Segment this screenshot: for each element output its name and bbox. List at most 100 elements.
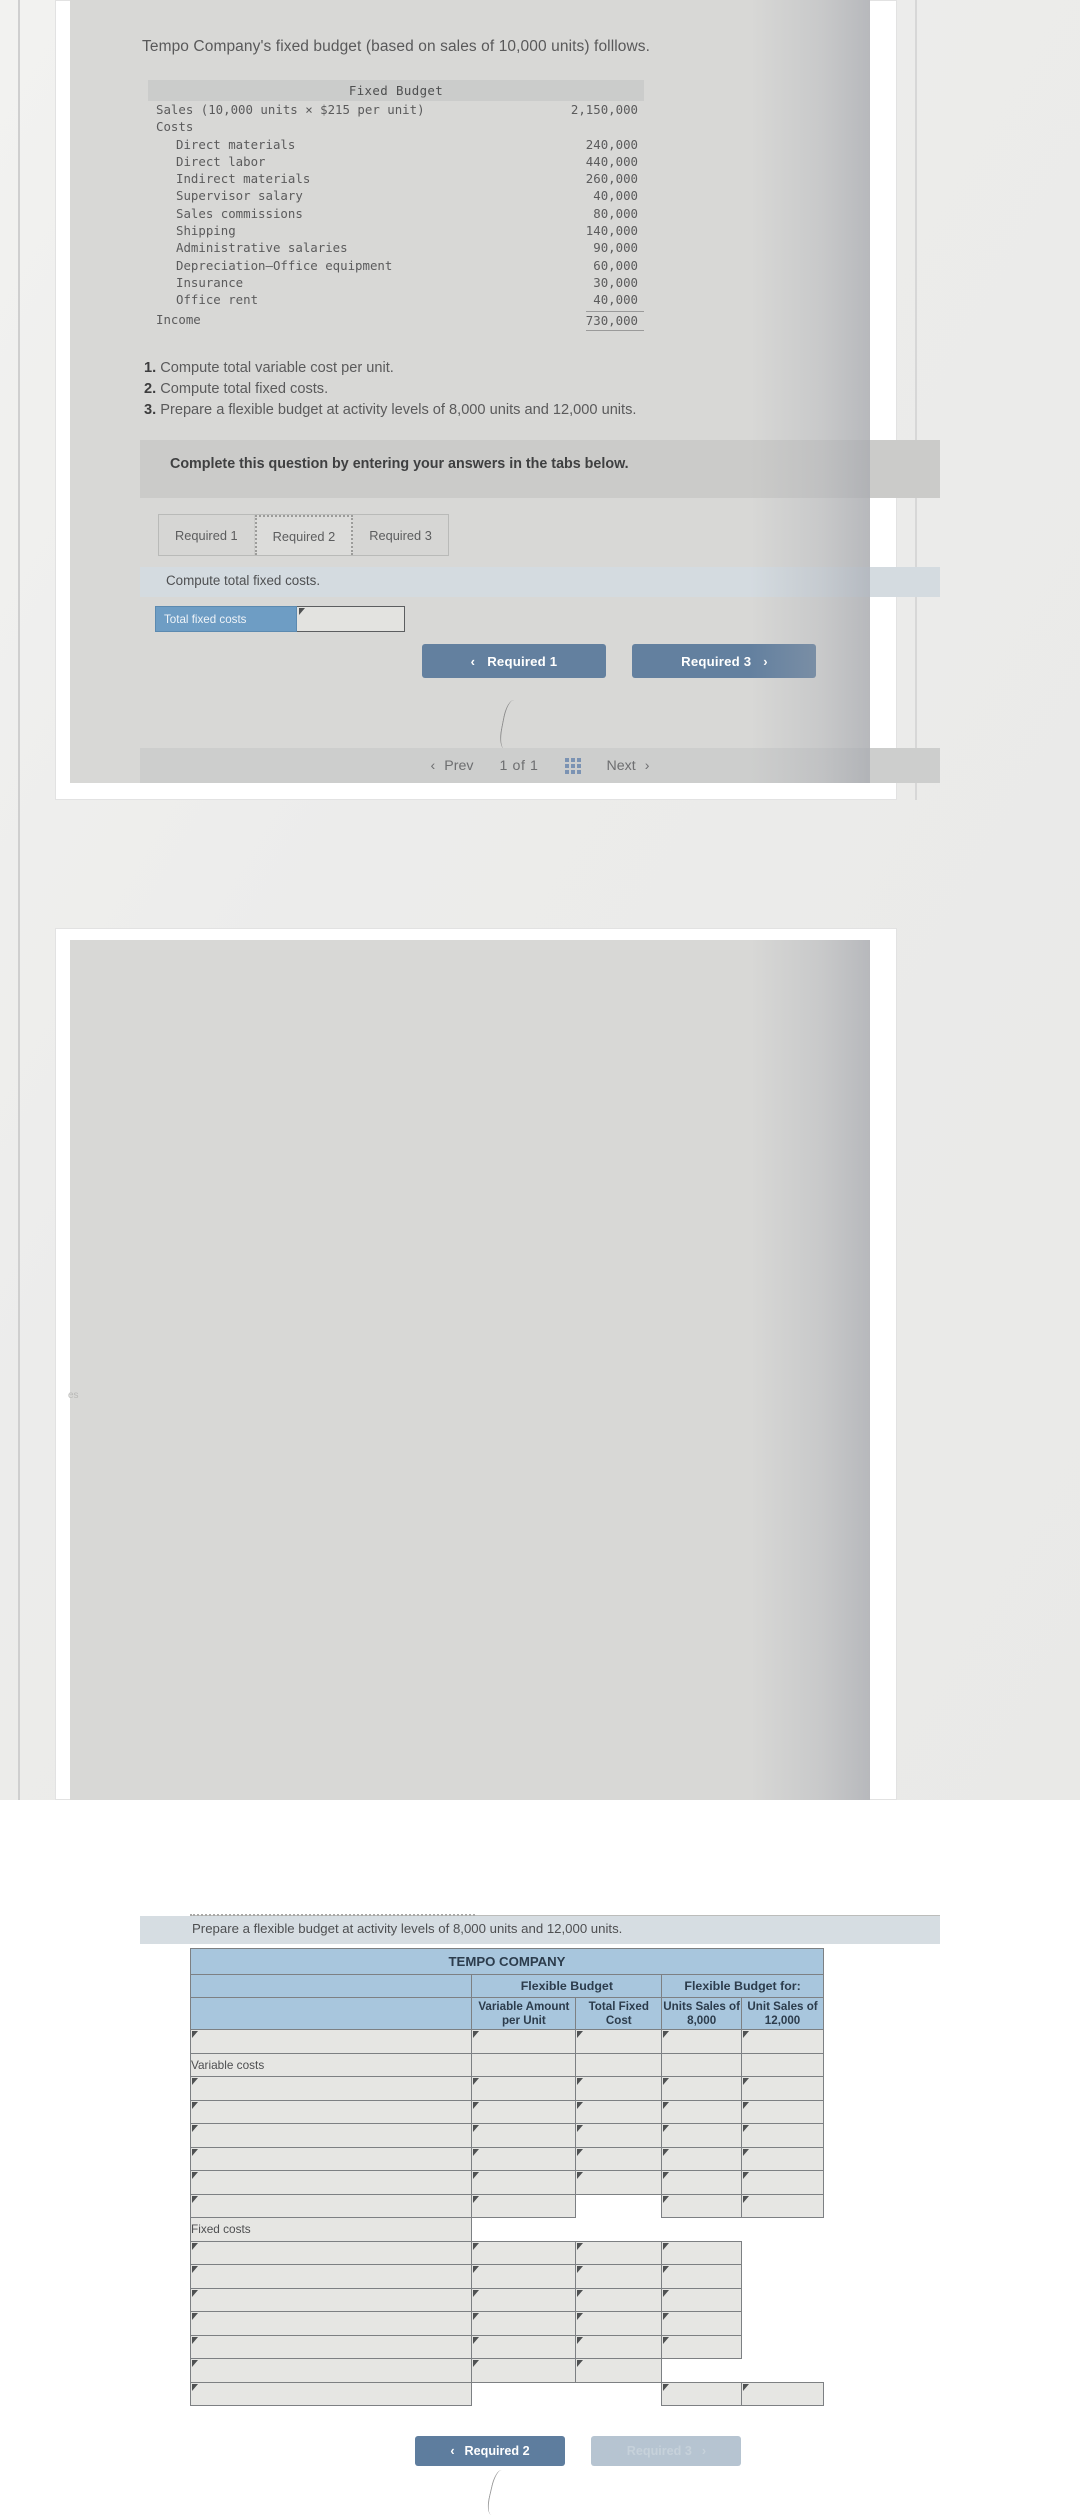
units-8000-input[interactable] bbox=[661, 2123, 743, 2148]
prev-requirement-button[interactable]: ‹ Required 2 bbox=[415, 2436, 565, 2466]
units-8000-input[interactable] bbox=[661, 2099, 743, 2124]
variable-amount-input[interactable] bbox=[471, 2287, 577, 2312]
next-requirement-button-disabled[interactable]: Required 3 › bbox=[591, 2436, 742, 2466]
variable-amount-input[interactable] bbox=[471, 2358, 577, 2383]
variable-amount-input[interactable] bbox=[471, 2334, 577, 2359]
next-page-label[interactable]: Next bbox=[607, 758, 636, 774]
cell-corner-marker bbox=[663, 2242, 670, 2250]
next-requirement-button[interactable]: Required 3 › bbox=[632, 644, 817, 678]
variable-amount-input[interactable] bbox=[471, 2170, 577, 2195]
sales-label: Sales (10,000 units × $215 per unit) bbox=[156, 102, 425, 117]
total-fixed-cost-input[interactable] bbox=[575, 2029, 663, 2054]
total-fixed-cost-input[interactable] bbox=[575, 2099, 663, 2124]
cost-value: 440,000 bbox=[585, 153, 638, 169]
row-label-input[interactable] bbox=[189, 2029, 473, 2054]
cell-corner-marker bbox=[473, 2172, 480, 2179]
next-page-control[interactable]: Next › bbox=[607, 758, 650, 774]
total-fixed-cost-input[interactable] bbox=[575, 2123, 663, 2148]
tab-required-3[interactable]: Required 3 bbox=[353, 515, 448, 555]
row-label-input[interactable] bbox=[189, 2099, 473, 2124]
section-label-variable-costs: Variable costs bbox=[189, 2052, 473, 2077]
variable-amount-input[interactable] bbox=[471, 2052, 577, 2077]
row-label-input[interactable] bbox=[189, 2311, 473, 2336]
grid-view-icon[interactable] bbox=[564, 757, 581, 774]
units-8000-input[interactable] bbox=[661, 2287, 743, 2312]
row-label-input[interactable] bbox=[189, 2146, 473, 2171]
units-12000-input[interactable] bbox=[741, 2193, 824, 2218]
total-fixed-cost-input[interactable] bbox=[575, 2358, 663, 2383]
row-label-input[interactable] bbox=[189, 2334, 473, 2359]
total-fixed-cost-input[interactable] bbox=[575, 2052, 663, 2077]
row-label-input[interactable] bbox=[189, 2287, 473, 2312]
total-fixed-cost-input[interactable] bbox=[575, 2170, 663, 2195]
row-label-input[interactable] bbox=[189, 2170, 473, 2195]
variable-amount-input[interactable] bbox=[471, 2076, 577, 2101]
row-label-input[interactable] bbox=[189, 2358, 473, 2383]
total-fixed-costs-input[interactable] bbox=[297, 606, 405, 632]
requirement-tabs[interactable]: Required 1 Required 2 Required 3 bbox=[158, 514, 449, 556]
units-12000-input[interactable] bbox=[741, 2052, 824, 2077]
row-label-input[interactable] bbox=[189, 2076, 473, 2101]
cell-corner-marker bbox=[192, 2078, 198, 2085]
chevron-right-icon: › bbox=[763, 653, 768, 669]
units-8000-input[interactable] bbox=[661, 2264, 743, 2289]
row-label-input[interactable] bbox=[189, 2381, 473, 2406]
units-12000-input[interactable] bbox=[741, 2099, 824, 2124]
variable-amount-input[interactable] bbox=[471, 2311, 577, 2336]
requirement-number: 3. bbox=[144, 402, 157, 418]
cell-corner-marker bbox=[192, 2360, 198, 2367]
cell-corner-marker bbox=[473, 2242, 480, 2250]
cost-label: Indirect materials bbox=[176, 171, 311, 187]
units-8000-input[interactable] bbox=[661, 2334, 743, 2359]
units-8000-input[interactable] bbox=[661, 2193, 743, 2218]
units-8000-input[interactable] bbox=[661, 2170, 743, 2195]
units-12000-input[interactable] bbox=[741, 2146, 824, 2171]
total-fixed-cost-input[interactable] bbox=[575, 2334, 663, 2359]
total-fixed-cost-input[interactable] bbox=[575, 2076, 663, 2101]
flexible-budget-table[interactable]: TEMPO COMPANY Flexible Budget Flexible B… bbox=[189, 1948, 824, 2406]
variable-amount-input[interactable] bbox=[471, 2099, 577, 2124]
variable-amount-input[interactable] bbox=[471, 2029, 577, 2054]
units-8000-input[interactable] bbox=[661, 2052, 743, 2077]
row-label-input[interactable] bbox=[189, 2240, 473, 2265]
units-12000-input[interactable] bbox=[741, 2029, 824, 2054]
units-8000-input[interactable] bbox=[661, 2146, 743, 2171]
group-header-flexible-budget-for: Flexible Budget for: bbox=[661, 1974, 824, 1998]
row-label-input[interactable] bbox=[189, 2123, 473, 2148]
units-8000-input[interactable] bbox=[661, 2029, 743, 2054]
cell-corner-marker bbox=[663, 2148, 670, 2156]
variable-amount-input[interactable] bbox=[471, 2264, 577, 2289]
total-fixed-cost-input[interactable] bbox=[575, 2311, 663, 2336]
cost-label: Depreciation—Office equipment bbox=[176, 257, 393, 273]
units-8000-input[interactable] bbox=[661, 2240, 743, 2265]
prev-requirement-button[interactable]: ‹ Required 1 bbox=[422, 644, 606, 678]
cell-corner-marker bbox=[192, 2031, 198, 2038]
row-label-input[interactable] bbox=[189, 2264, 473, 2289]
units-8000-input[interactable] bbox=[661, 2076, 743, 2101]
tab-required-1[interactable]: Required 1 bbox=[159, 515, 255, 555]
cell-corner-marker bbox=[577, 2125, 584, 2132]
total-fixed-cost-input[interactable] bbox=[575, 2287, 663, 2312]
chevron-left-icon: ‹ bbox=[450, 2444, 455, 2458]
cell-corner-marker bbox=[663, 2125, 670, 2132]
cell-corner-marker bbox=[473, 2266, 480, 2273]
units-12000-input[interactable] bbox=[741, 2123, 824, 2148]
variable-amount-input[interactable] bbox=[471, 2240, 577, 2265]
variable-amount-input[interactable] bbox=[471, 2146, 577, 2171]
prev-page-control[interactable]: ‹ Prev bbox=[431, 758, 474, 774]
table-row: Direct materials 240,000 bbox=[148, 136, 644, 153]
variable-amount-input[interactable] bbox=[471, 2193, 577, 2218]
units-8000-input[interactable] bbox=[661, 2311, 743, 2336]
units-12000-input[interactable] bbox=[741, 2381, 824, 2406]
total-fixed-cost-input[interactable] bbox=[575, 2240, 663, 2265]
units-12000-input[interactable] bbox=[741, 2170, 824, 2195]
fixed-budget-table: Fixed Budget Sales (10,000 units × $215 … bbox=[148, 80, 644, 331]
row-label-input[interactable] bbox=[189, 2193, 473, 2218]
tab-required-2[interactable]: Required 2 bbox=[254, 515, 354, 555]
total-fixed-cost-input[interactable] bbox=[575, 2146, 663, 2171]
units-12000-input[interactable] bbox=[741, 2076, 824, 2101]
prev-page-label[interactable]: Prev bbox=[444, 758, 473, 774]
units-8000-input[interactable] bbox=[661, 2381, 743, 2406]
variable-amount-input[interactable] bbox=[471, 2123, 577, 2148]
total-fixed-cost-input[interactable] bbox=[575, 2264, 663, 2289]
